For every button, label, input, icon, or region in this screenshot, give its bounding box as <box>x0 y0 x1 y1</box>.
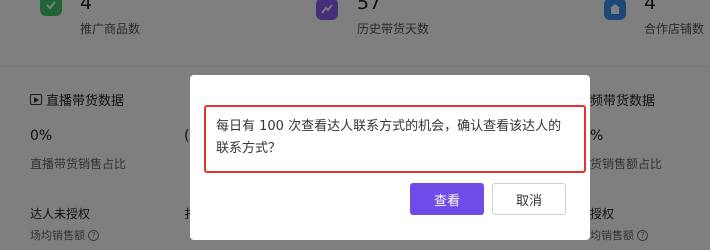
dialog-message: 每日有 100 次查看达人联系方式的机会，确认查看该达人的联系方式？ <box>204 105 586 173</box>
cancel-button[interactable]: 取消 <box>492 183 566 215</box>
confirm-dialog: 每日有 100 次查看达人联系方式的机会，确认查看该达人的联系方式？ 查看 取消 <box>190 75 590 240</box>
view-button[interactable]: 查看 <box>410 183 484 215</box>
